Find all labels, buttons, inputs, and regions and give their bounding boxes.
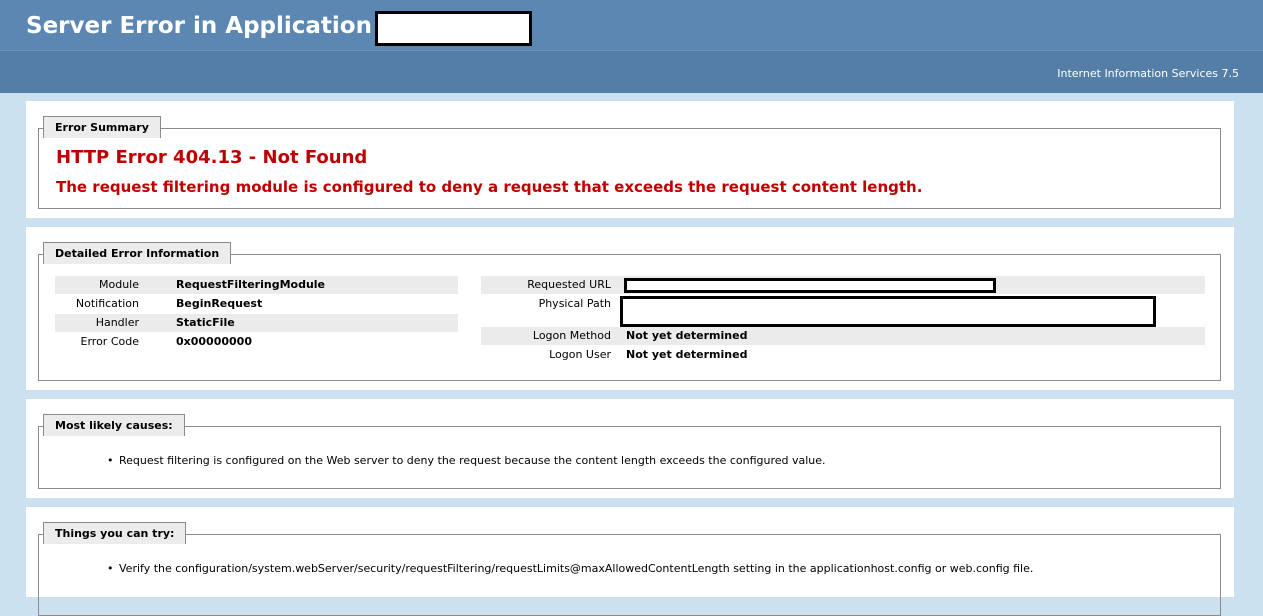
detail-value: StaticFile — [176, 316, 235, 329]
detail-label: Error Code — [80, 335, 139, 348]
detail-label: Handler — [95, 316, 139, 329]
causes-panel: Most likely causes: Request filtering is… — [26, 399, 1234, 498]
redacted-requested-url — [624, 278, 996, 293]
detailed-error-panel: Detailed Error Information Module Reques… — [26, 227, 1234, 390]
server-bar: Internet Information Services 7.5 — [0, 50, 1263, 93]
error-summary-fieldset: Error Summary HTTP Error 404.13 - Not Fo… — [38, 116, 1221, 209]
server-name: Internet Information Services 7.5 — [1057, 67, 1239, 80]
causes-legend: Most likely causes: — [43, 414, 185, 436]
cause-item: Request filtering is configured on the W… — [107, 454, 826, 467]
detail-row-physical-path: Physical Path — [481, 295, 1205, 327]
redacted-physical-path — [620, 296, 1156, 327]
detailed-error-fieldset: Detailed Error Information Module Reques… — [38, 242, 1221, 381]
detail-label: Notification — [75, 297, 139, 310]
detail-row-logon-user: Logon User Not yet determined — [481, 346, 1205, 364]
detail-label: Requested URL — [527, 278, 611, 291]
detail-label: Logon User — [549, 348, 611, 361]
page-header: Server Error in Application — [0, 0, 1263, 50]
detail-row-notification: Notification BeginRequest — [55, 295, 458, 313]
detail-value: 0x00000000 — [176, 335, 252, 348]
redacted-application-name — [375, 11, 532, 46]
detail-row-handler: Handler StaticFile — [55, 314, 458, 332]
try-item: Verify the configuration/system.webServe… — [107, 562, 1033, 575]
try-legend: Things you can try: — [43, 522, 187, 544]
detail-row-module: Module RequestFilteringModule — [55, 276, 458, 294]
detail-value: Not yet determined — [626, 329, 748, 342]
error-summary-panel: Error Summary HTTP Error 404.13 - Not Fo… — [26, 101, 1234, 218]
detailed-error-legend: Detailed Error Information — [43, 242, 232, 264]
causes-fieldset: Most likely causes: Request filtering is… — [38, 414, 1221, 489]
error-summary-legend: Error Summary — [43, 116, 161, 138]
detail-value: RequestFilteringModule — [176, 278, 326, 291]
detail-label: Module — [99, 278, 139, 291]
error-description: The request filtering module is configur… — [56, 178, 923, 196]
detail-row-requested-url: Requested URL — [481, 276, 1205, 294]
detail-label: Logon Method — [532, 329, 611, 342]
page-title: Server Error in Application — [26, 13, 372, 39]
try-fieldset: Things you can try: Verify the configura… — [38, 522, 1221, 616]
detail-row-error-code: Error Code 0x00000000 — [55, 333, 458, 351]
detail-value: BeginRequest — [176, 297, 263, 310]
try-panel: Things you can try: Verify the configura… — [26, 507, 1234, 616]
detail-row-logon-method: Logon Method Not yet determined — [481, 327, 1205, 345]
detail-value: Not yet determined — [626, 348, 748, 361]
detail-label: Physical Path — [538, 297, 611, 310]
error-title: HTTP Error 404.13 - Not Found — [56, 147, 368, 168]
